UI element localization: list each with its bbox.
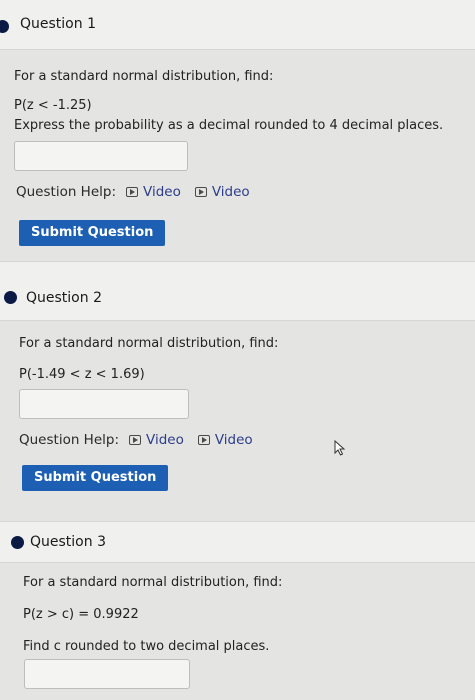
question-1-header: Question 1 (0, 0, 475, 50)
mouse-pointer-icon (334, 440, 346, 456)
video-link-label: Video (143, 184, 181, 200)
question-2-header: Question 2 (0, 261, 475, 321)
video-link-2[interactable]: Video (197, 432, 253, 448)
video-link-2[interactable]: Video (194, 184, 250, 200)
question-1-expression: P(z < -1.25) (14, 98, 92, 113)
question-3-header: Question 3 (0, 521, 475, 563)
question-3-body: For a standard normal distribution, find… (0, 563, 475, 700)
question-2-answer-input[interactable] (19, 389, 189, 419)
video-link-label: Video (211, 184, 250, 200)
question-1-submit-button[interactable]: Submit Question (19, 220, 166, 246)
question-help-label: Question Help: (16, 184, 116, 200)
video-link-1[interactable]: Video (129, 432, 184, 448)
question-3-title: Question 3 (30, 534, 106, 550)
question-2-submit-button[interactable]: Submit Question (22, 465, 169, 491)
question-bullet-icon (4, 291, 17, 304)
question-2-body: For a standard normal distribution, find… (0, 321, 475, 521)
play-icon (129, 435, 141, 445)
question-2-help-row: Question Help: Video Video (19, 432, 267, 448)
question-help-label: Question Help: (19, 432, 119, 448)
question-2-title: Question 2 (26, 290, 102, 306)
play-icon (194, 187, 207, 197)
question-3-prompt: For a standard normal distribution, find… (23, 575, 283, 590)
question-1-help-row: Question Help: Video Video (16, 184, 264, 200)
video-link-label: Video (146, 432, 184, 448)
question-3-expression: P(z > c) = 0.9922 (23, 607, 139, 622)
video-link-1[interactable]: Video (126, 184, 181, 200)
question-3-instruction: Find c rounded to two decimal places. (23, 639, 270, 654)
question-2-expression: P(-1.49 < z < 1.69) (19, 367, 145, 382)
video-link-label: Video (214, 432, 253, 448)
question-3-answer-input[interactable] (24, 659, 190, 689)
question-1-title: Question 1 (20, 16, 96, 32)
question-2-prompt: For a standard normal distribution, find… (19, 336, 279, 351)
question-bullet-icon (0, 20, 9, 33)
play-icon (197, 435, 210, 445)
question-1-prompt: For a standard normal distribution, find… (14, 69, 274, 84)
question-1-body: For a standard normal distribution, find… (0, 50, 475, 261)
question-1-instruction: Express the probability as a decimal rou… (14, 118, 444, 133)
question-bullet-icon (11, 536, 24, 549)
play-icon (126, 187, 138, 197)
question-1-answer-input[interactable] (14, 141, 188, 171)
